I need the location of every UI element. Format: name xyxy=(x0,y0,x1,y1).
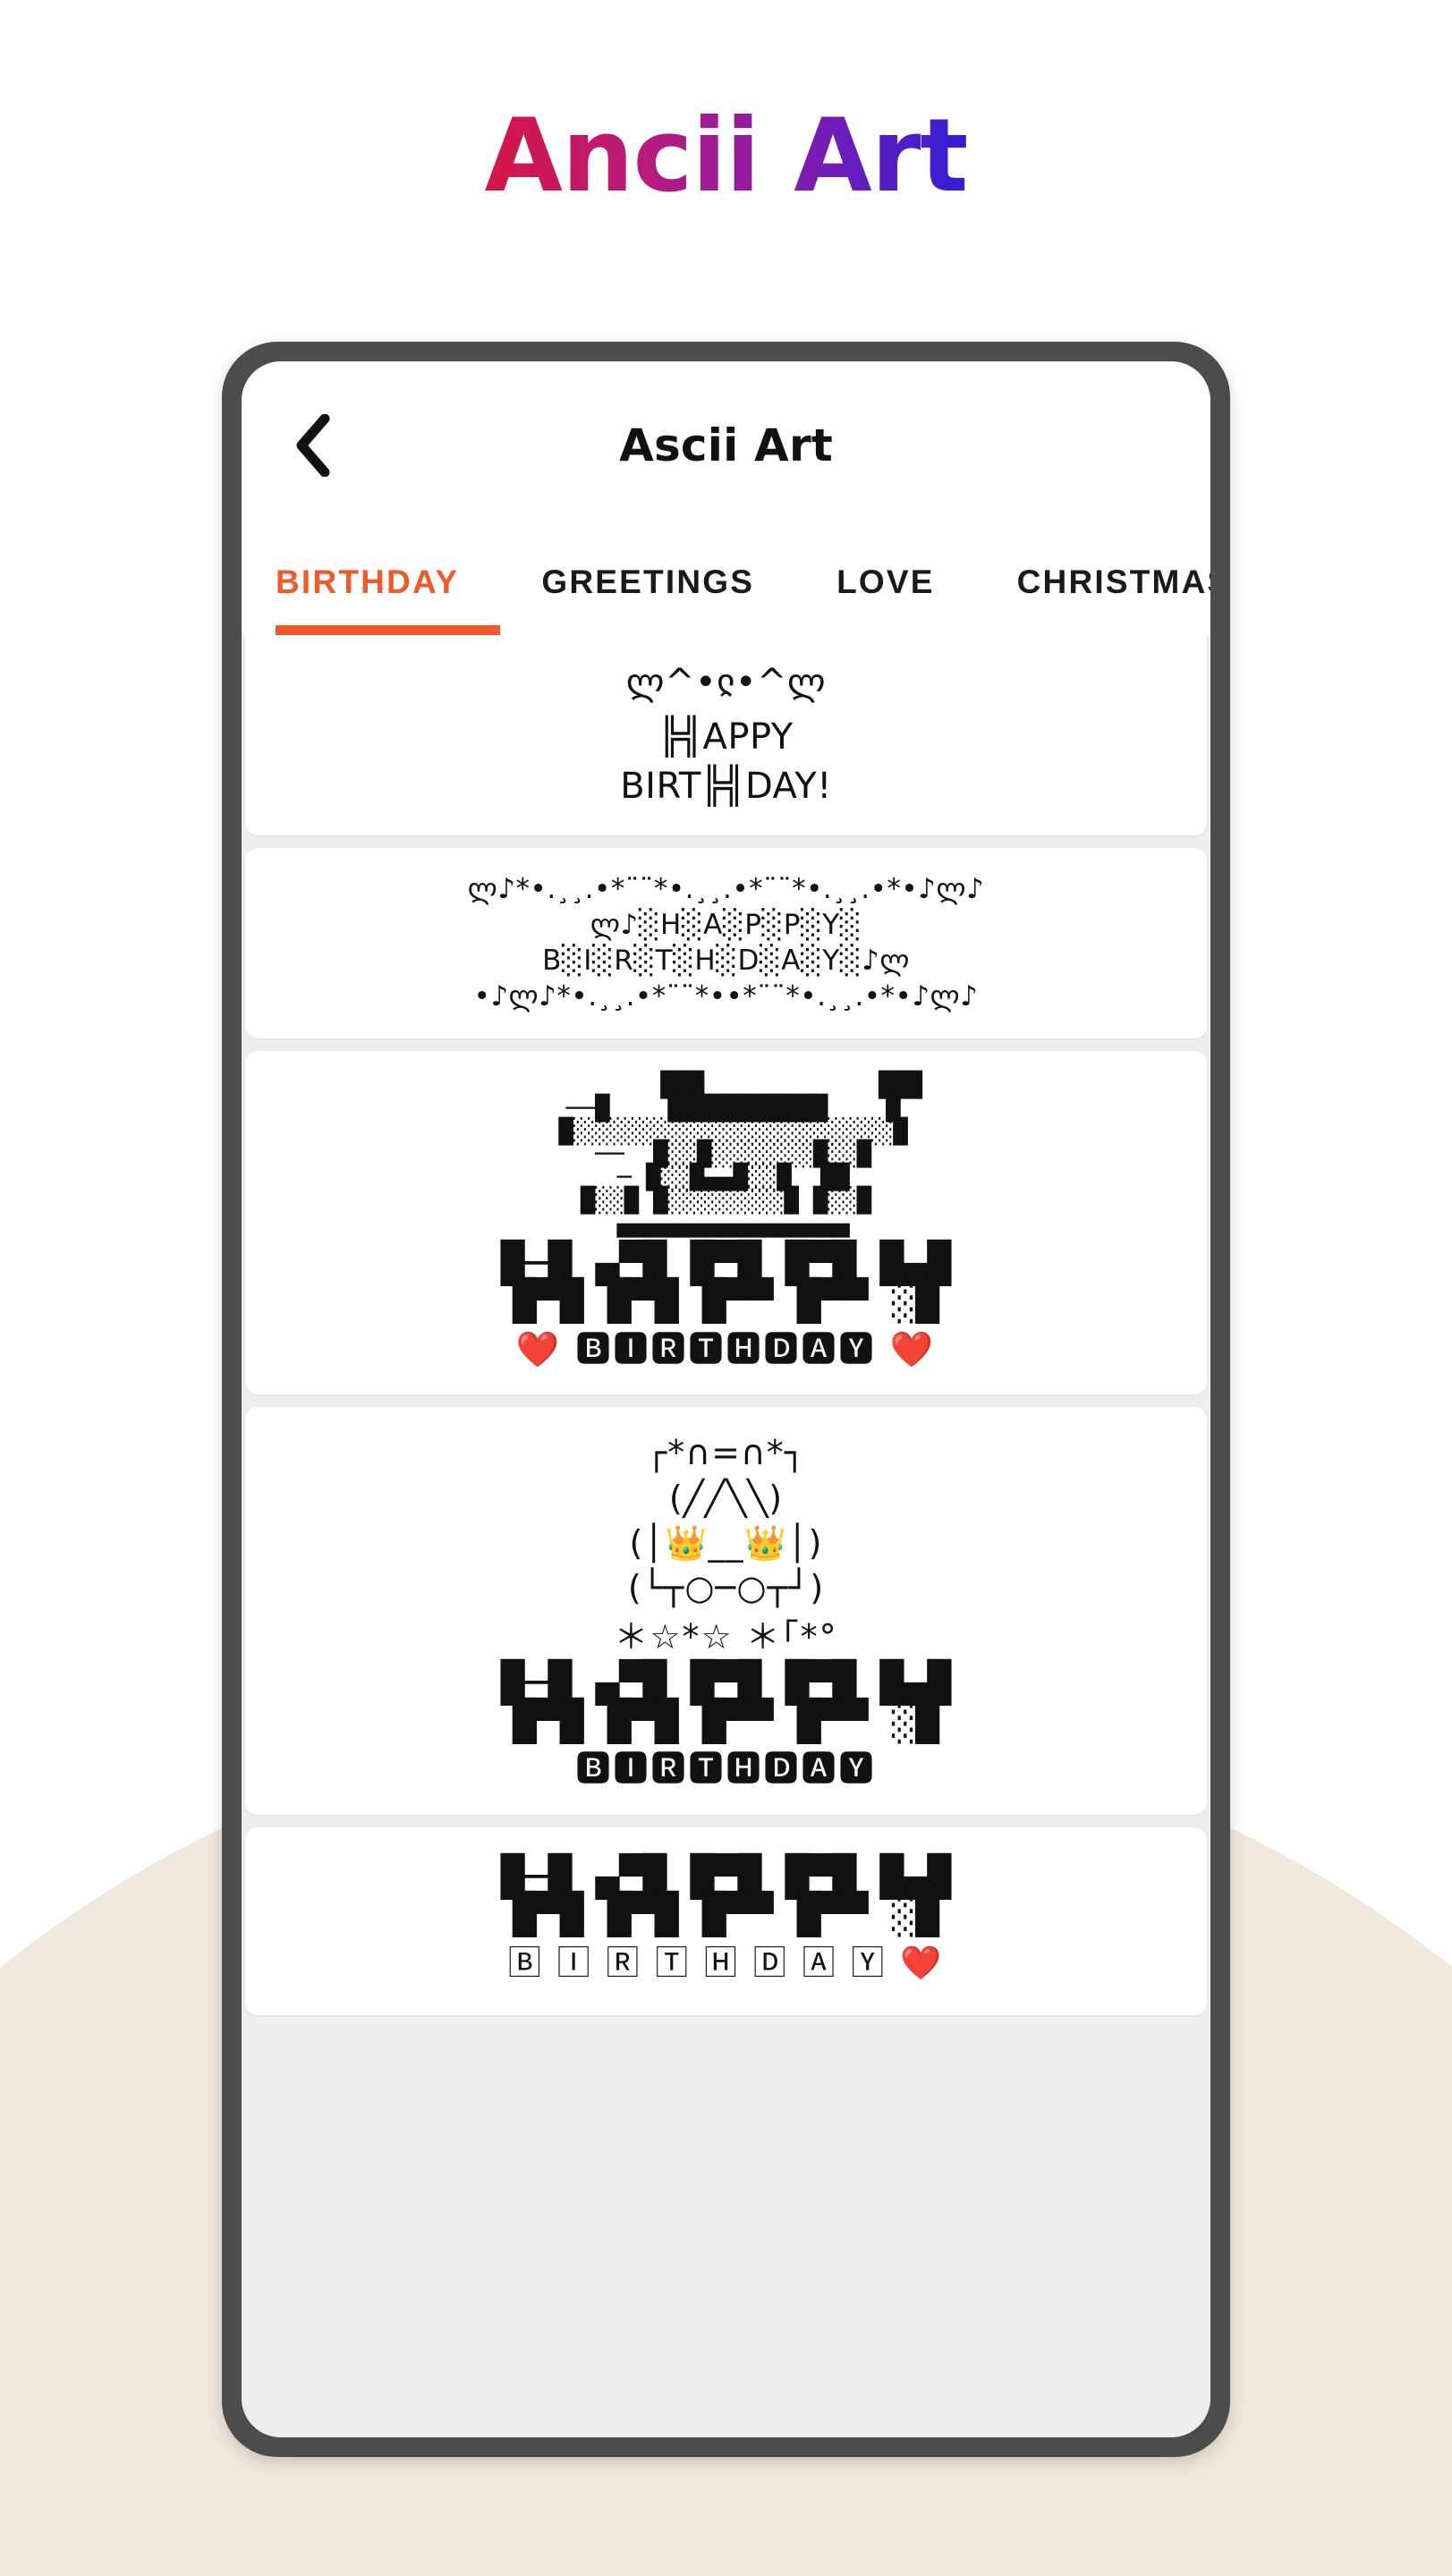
ascii-art-line: █▀█ █▀█ █▀▀ █▀▀ ░█ xyxy=(513,1698,939,1744)
chevron-left-icon xyxy=(293,414,332,477)
tab-christmas[interactable]: CHRISTMAS xyxy=(976,530,1210,635)
ascii-art-line: ლ♪*•.¸¸.•*¨¨*•.¸¸.•*¨¨*•.¸¸.•*•♪ლ♪ xyxy=(467,872,985,905)
page-title: Ancii Art xyxy=(0,106,1452,207)
ascii-art-line: █─█ ▄▀█ █▀█ █▀█ █▄█ xyxy=(500,1660,952,1707)
tab-greetings[interactable]: GREETINGS xyxy=(500,530,795,635)
ascii-art-label: 🄱 🄸 🅁 🅃 🄷 🄳 🄰 🅈 ❤️ xyxy=(507,1943,945,1982)
ascii-art-line: ╠╣APPY xyxy=(658,716,794,758)
app-bar-title: Ascii Art xyxy=(619,419,833,471)
tab-birthday-label: BIRTHDAY xyxy=(276,564,460,600)
category-tab-bar[interactable]: BIRTHDAY GREETINGS LOVE CHRISTMAS xyxy=(242,530,1210,635)
ascii-art-line: •♪ლ♪*•.¸¸.•*¨¨*••*¨¨*•.¸¸.•*•♪ლ♪ xyxy=(473,980,979,1013)
ascii-art-line: █─█ ▄▀█ █▀█ █▀█ █▄█ xyxy=(500,1241,952,1287)
ascii-art-card[interactable]: ლ♪*•.¸¸.•*¨¨*•.¸¸.•*¨¨*•.¸¸.•*•♪ლ♪ ლ♪░H░… xyxy=(245,847,1207,1038)
ascii-art-line: B░I░R░T░H░D░A░Y░♪ლ xyxy=(542,945,910,978)
ascii-art-label: 🅱🅸🆁🆃🅷🅳🅰🆈 xyxy=(575,1749,877,1790)
ascii-art-card[interactable]: ┌*∩=∩*┐ (╱╱╲╲) (│👑__👑│) (└┬○─○┬┘) ＊☆*☆ ＊… xyxy=(245,1407,1207,1815)
ascii-art-line: (╱╱╲╲) xyxy=(668,1478,784,1518)
ascii-art-line: ＊☆*☆ ＊｢*° xyxy=(614,1616,838,1657)
ascii-art-card[interactable]: █─█ ▄▀█ █▀█ █▀█ █▄█ █▀█ █▀█ █▀▀ █▀▀ ░█ 🄱… xyxy=(245,1826,1207,2015)
back-button[interactable] xyxy=(279,412,345,479)
ascii-art-label: ❤️ 🅱🅸🆁🆃🅷🅳🅰🆈 ❤️ xyxy=(515,1329,937,1370)
app-bar: Ascii Art xyxy=(242,361,1210,530)
tab-christmas-label: CHRISTMAS xyxy=(1016,564,1210,600)
ascii-art-card[interactable]: ლ^•ჺ•^ლ ╠╣APPY BIRT╠╣DAY! xyxy=(245,635,1207,835)
tab-love[interactable]: LOVE xyxy=(795,530,976,635)
tab-greetings-label: GREETINGS xyxy=(541,564,755,600)
tab-birthday[interactable]: BIRTHDAY xyxy=(276,530,501,635)
ascii-art-line: (│👑__👑│) xyxy=(629,1522,823,1563)
ascii-art-figure: ███ ███ ──█ ███████████ █ █░░░░░░░░░░░░░… xyxy=(558,1071,922,1239)
ascii-art-line: BIRT╠╣DAY! xyxy=(620,766,832,808)
ascii-art-line: ლ♪░H░A░P░P░Y░ xyxy=(590,908,862,941)
tab-love-label: LOVE xyxy=(836,564,935,600)
phone-mockup-frame: Ascii Art BIRTHDAY GREETINGS LOVE CHRIST… xyxy=(222,342,1230,2457)
ascii-art-card[interactable]: ███ ███ ──█ ███████████ █ █░░░░░░░░░░░░░… xyxy=(245,1050,1207,1395)
ascii-art-line: █▀█ █▀█ █▀▀ █▀▀ ░█ xyxy=(513,1278,939,1325)
ascii-art-line: █▀█ █▀█ █▀▀ █▀▀ ░█ xyxy=(513,1892,939,1938)
ascii-art-line: ┌*∩=∩*┐ xyxy=(646,1433,806,1473)
ascii-art-line: (└┬○─○┬┘) xyxy=(627,1567,825,1607)
ascii-art-line: ლ^•ჺ•^ლ xyxy=(625,662,827,703)
phone-screen: Ascii Art BIRTHDAY GREETINGS LOVE CHRIST… xyxy=(242,361,1210,2437)
ascii-art-list[interactable]: ლ^•ჺ•^ლ ╠╣APPY BIRT╠╣DAY! ლ♪*•.¸¸.•*¨¨*•… xyxy=(242,635,1210,2437)
